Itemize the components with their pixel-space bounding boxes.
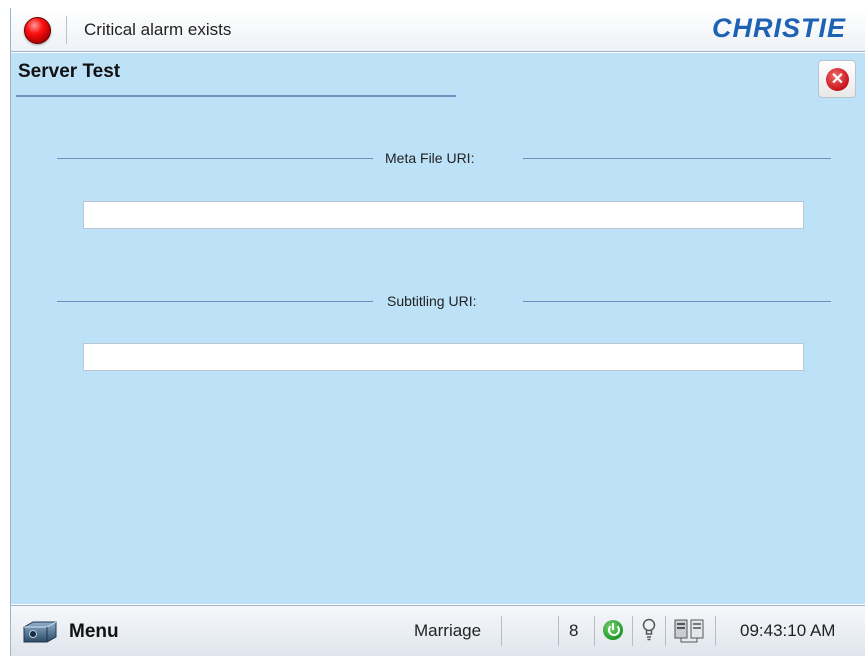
subtitling-uri-input[interactable] (83, 343, 804, 371)
subtitling-uri-rule-left (57, 301, 373, 302)
projector-icon (23, 621, 57, 643)
meta-uri-rule-left (57, 158, 373, 159)
power-icon[interactable] (603, 620, 623, 640)
footer-divider (715, 616, 716, 646)
christie-logo: CHRISTIE (711, 13, 846, 43)
header-divider (66, 16, 67, 44)
mode-status: Marriage (414, 621, 482, 640)
main-content: Server Test ✕ Meta File URI: Subtitling … (11, 53, 865, 604)
menu-label: Menu (69, 621, 119, 642)
clock: 09:43:10 AM (740, 621, 836, 640)
footer-divider (594, 616, 595, 646)
footer-divider (558, 616, 559, 646)
network-icon[interactable] (673, 616, 709, 646)
subtitling-uri-rule-right (523, 301, 831, 302)
menu-button[interactable]: Menu (19, 613, 139, 649)
close-icon: ✕ (826, 68, 849, 91)
count-status: 8 (569, 621, 579, 640)
alarm-indicator-icon[interactable] (24, 17, 51, 44)
app-window: Critical alarm exists CHRISTIE Server Te… (10, 8, 865, 656)
footer-divider (501, 616, 502, 646)
page-title: Server Test (18, 61, 121, 82)
meta-uri-rule-right (523, 158, 831, 159)
subtitling-uri-label: Subtitling URI: (387, 293, 477, 309)
close-button[interactable]: ✕ (818, 60, 856, 98)
title-underline (16, 95, 456, 97)
footer-divider (632, 616, 633, 646)
footer-divider (665, 616, 666, 646)
status-footer: Menu Marriage 8 09:43:10 AM (11, 605, 865, 656)
alarm-message[interactable]: Critical alarm exists (84, 20, 231, 40)
meta-file-uri-input[interactable] (83, 201, 804, 229)
lamp-icon[interactable] (642, 618, 656, 642)
meta-uri-label: Meta File URI: (385, 150, 475, 166)
status-header: Critical alarm exists CHRISTIE (11, 8, 865, 52)
